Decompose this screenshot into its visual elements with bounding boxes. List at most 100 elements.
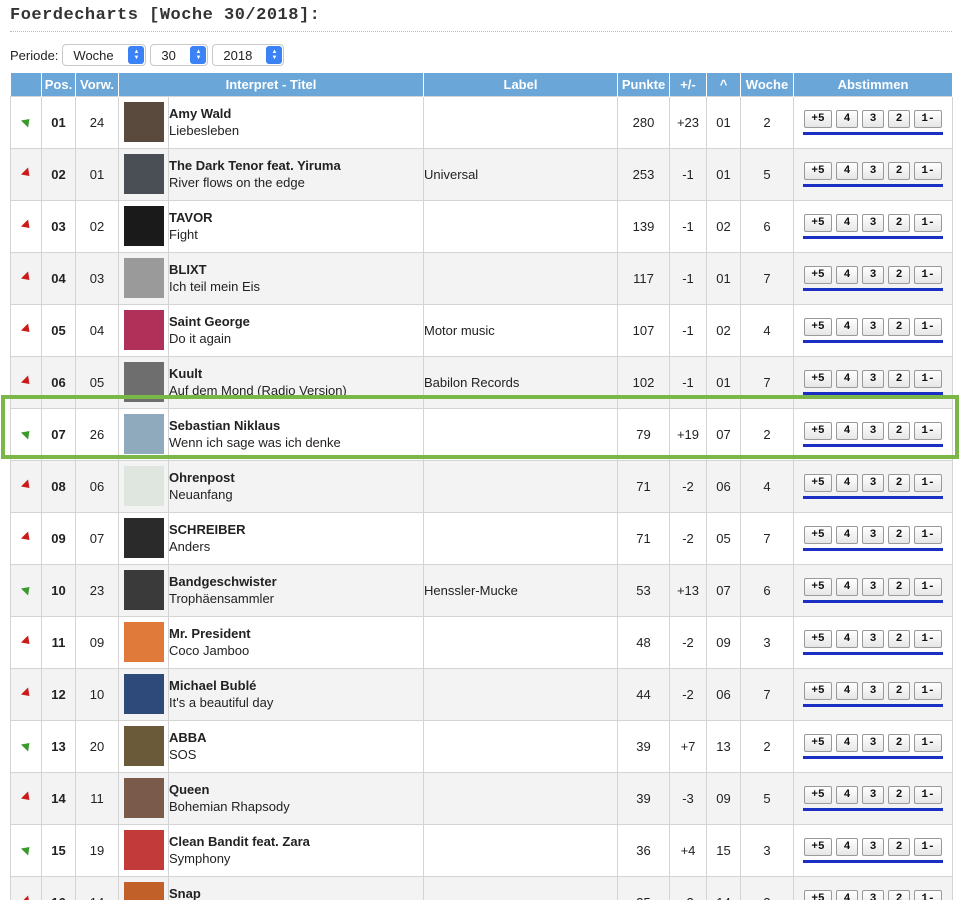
vote-button-3[interactable]: 2	[888, 525, 910, 544]
vote-button-0[interactable]: +5	[804, 473, 832, 492]
vote-button-2[interactable]: 3	[862, 889, 884, 900]
vote-button-0[interactable]: +5	[804, 889, 832, 900]
vote-button-1[interactable]: 4	[836, 161, 858, 180]
album-cover-image[interactable]	[123, 778, 164, 818]
vote-button-2[interactable]: 3	[862, 421, 884, 440]
vote-button-1[interactable]: 4	[836, 369, 858, 388]
vote-button-4[interactable]: 1-	[914, 733, 942, 752]
vote-button-0[interactable]: +5	[804, 733, 832, 752]
vote-button-1[interactable]: 4	[836, 525, 858, 544]
vote-button-0[interactable]: +5	[804, 265, 832, 284]
vote-button-2[interactable]: 3	[862, 317, 884, 336]
vote-button-2[interactable]: 3	[862, 837, 884, 856]
vote-button-3[interactable]: 2	[888, 369, 910, 388]
album-cover-image[interactable]	[123, 154, 164, 194]
artist-name[interactable]: The Dark Tenor feat. Yiruma	[169, 157, 423, 174]
vote-button-1[interactable]: 4	[836, 889, 858, 900]
artist-name[interactable]: ABBA	[169, 729, 423, 746]
vote-button-1[interactable]: 4	[836, 473, 858, 492]
vote-button-3[interactable]: 2	[888, 681, 910, 700]
vote-button-0[interactable]: +5	[804, 577, 832, 596]
album-cover-image[interactable]	[123, 414, 164, 454]
artist-name[interactable]: Clean Bandit feat. Zara	[169, 833, 423, 850]
year-select[interactable]: 2018 ▲ ▼	[212, 44, 285, 66]
vote-button-1[interactable]: 4	[836, 109, 858, 128]
artist-name[interactable]: Sebastian Niklaus	[169, 417, 423, 434]
album-cover-image[interactable]	[123, 310, 164, 350]
vote-button-1[interactable]: 4	[836, 577, 858, 596]
vote-button-0[interactable]: +5	[804, 109, 832, 128]
album-cover-image[interactable]	[123, 102, 164, 142]
vote-button-2[interactable]: 3	[862, 265, 884, 284]
artist-name[interactable]: SCHREIBER	[169, 521, 423, 538]
vote-button-3[interactable]: 2	[888, 577, 910, 596]
vote-button-4[interactable]: 1-	[914, 369, 942, 388]
vote-button-1[interactable]: 4	[836, 681, 858, 700]
artist-name[interactable]: Saint George	[169, 313, 423, 330]
vote-button-4[interactable]: 1-	[914, 109, 942, 128]
vote-button-3[interactable]: 2	[888, 629, 910, 648]
album-cover-image[interactable]	[123, 622, 164, 662]
album-cover-image[interactable]	[123, 258, 164, 298]
vote-button-4[interactable]: 1-	[914, 265, 942, 284]
vote-button-0[interactable]: +5	[804, 785, 832, 804]
artist-name[interactable]: Kuult	[169, 365, 423, 382]
vote-button-1[interactable]: 4	[836, 265, 858, 284]
vote-button-1[interactable]: 4	[836, 733, 858, 752]
vote-button-4[interactable]: 1-	[914, 577, 942, 596]
vote-button-4[interactable]: 1-	[914, 525, 942, 544]
week-select[interactable]: 30 ▲ ▼	[150, 44, 209, 66]
vote-button-4[interactable]: 1-	[914, 889, 942, 900]
album-cover-image[interactable]	[123, 466, 164, 506]
vote-button-4[interactable]: 1-	[914, 629, 942, 648]
album-cover-image[interactable]	[123, 674, 164, 714]
vote-button-3[interactable]: 2	[888, 421, 910, 440]
vote-button-4[interactable]: 1-	[914, 473, 942, 492]
vote-button-3[interactable]: 2	[888, 473, 910, 492]
vote-button-2[interactable]: 3	[862, 473, 884, 492]
vote-button-0[interactable]: +5	[804, 369, 832, 388]
vote-button-4[interactable]: 1-	[914, 681, 942, 700]
vote-button-1[interactable]: 4	[836, 837, 858, 856]
vote-button-3[interactable]: 2	[888, 109, 910, 128]
vote-button-0[interactable]: +5	[804, 213, 832, 232]
vote-button-0[interactable]: +5	[804, 837, 832, 856]
vote-button-1[interactable]: 4	[836, 785, 858, 804]
vote-button-0[interactable]: +5	[804, 161, 832, 180]
vote-button-2[interactable]: 3	[862, 213, 884, 232]
vote-button-2[interactable]: 3	[862, 733, 884, 752]
album-cover-image[interactable]	[123, 882, 164, 900]
vote-button-3[interactable]: 2	[888, 317, 910, 336]
vote-button-0[interactable]: +5	[804, 317, 832, 336]
vote-button-1[interactable]: 4	[836, 317, 858, 336]
vote-button-0[interactable]: +5	[804, 681, 832, 700]
vote-button-0[interactable]: +5	[804, 421, 832, 440]
album-cover-image[interactable]	[123, 206, 164, 246]
vote-button-0[interactable]: +5	[804, 525, 832, 544]
vote-button-4[interactable]: 1-	[914, 161, 942, 180]
vote-button-2[interactable]: 3	[862, 109, 884, 128]
vote-button-2[interactable]: 3	[862, 525, 884, 544]
artist-name[interactable]: Michael Bublé	[169, 677, 423, 694]
vote-button-4[interactable]: 1-	[914, 213, 942, 232]
vote-button-3[interactable]: 2	[888, 161, 910, 180]
album-cover-image[interactable]	[123, 518, 164, 558]
album-cover-image[interactable]	[123, 570, 164, 610]
artist-name[interactable]: Amy Wald	[169, 105, 423, 122]
vote-button-2[interactable]: 3	[862, 629, 884, 648]
period-type-select[interactable]: Woche ▲ ▼	[62, 44, 147, 66]
artist-name[interactable]: Snap	[169, 885, 423, 900]
artist-name[interactable]: Queen	[169, 781, 423, 798]
vote-button-2[interactable]: 3	[862, 161, 884, 180]
vote-button-3[interactable]: 2	[888, 837, 910, 856]
vote-button-4[interactable]: 1-	[914, 785, 942, 804]
vote-button-4[interactable]: 1-	[914, 421, 942, 440]
album-cover-image[interactable]	[123, 362, 164, 402]
vote-button-2[interactable]: 3	[862, 681, 884, 700]
album-cover-image[interactable]	[123, 830, 164, 870]
vote-button-3[interactable]: 2	[888, 733, 910, 752]
vote-button-3[interactable]: 2	[888, 785, 910, 804]
vote-button-1[interactable]: 4	[836, 213, 858, 232]
artist-name[interactable]: BLIXT	[169, 261, 423, 278]
artist-name[interactable]: Ohrenpost	[169, 469, 423, 486]
